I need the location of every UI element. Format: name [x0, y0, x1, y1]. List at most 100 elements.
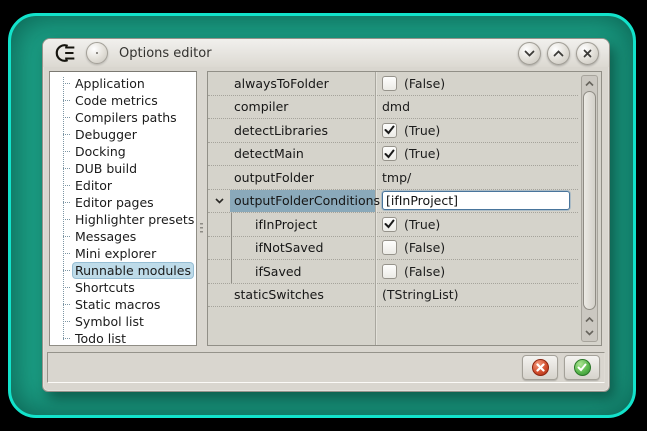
- coedit-logo-icon: [55, 43, 77, 63]
- sidebar-item-label: Runnable modules: [73, 263, 193, 278]
- splitter-handle[interactable]: [197, 71, 207, 346]
- window-menu-button[interactable]: [86, 42, 108, 64]
- property-value-cell[interactable]: (True): [375, 213, 578, 236]
- expander-chevron-down-icon[interactable]: [215, 198, 224, 204]
- sidebar-item[interactable]: DUB build: [50, 160, 196, 177]
- property-row[interactable]: outputFolder tmp/: [208, 166, 578, 190]
- property-row[interactable]: alwaysToFolder (False): [208, 72, 578, 96]
- property-name-cell[interactable]: outputFolderConditions: [230, 190, 375, 213]
- chevron-down-icon: [524, 50, 535, 57]
- property-name-cell[interactable]: detectMain: [230, 143, 375, 166]
- property-name-cell[interactable]: compiler: [230, 96, 375, 119]
- row-gutter: [208, 260, 230, 283]
- property-value-cell[interactable]: [375, 190, 578, 213]
- property-row[interactable]: ifInProject (True): [208, 213, 578, 237]
- sidebar-item[interactable]: Code metrics: [50, 92, 196, 109]
- titlebar[interactable]: Options editor: [43, 39, 609, 67]
- property-value-cell[interactable]: dmd: [375, 96, 578, 119]
- sidebar-item[interactable]: Compilers paths: [50, 109, 196, 126]
- row-gutter: [208, 166, 230, 189]
- cancel-button[interactable]: [522, 355, 558, 380]
- tree-branch-icon: [63, 321, 70, 322]
- sidebar-item-label: Editor: [73, 178, 114, 193]
- sidebar-item[interactable]: Symbol list: [50, 313, 196, 330]
- property-row[interactable]: compiler dmd: [208, 96, 578, 120]
- sidebar-item[interactable]: Mini explorer: [50, 245, 196, 262]
- scroll-up-button[interactable]: [582, 77, 597, 90]
- property-name-cell[interactable]: alwaysToFolder: [230, 72, 375, 95]
- property-name: detectMain: [234, 146, 304, 161]
- property-name-cell[interactable]: staticSwitches: [230, 284, 375, 307]
- property-row[interactable]: outputFolderConditions: [208, 190, 578, 214]
- sidebar-item[interactable]: Shortcuts: [50, 279, 196, 296]
- window-controls: [518, 42, 599, 65]
- close-x-icon: [583, 49, 592, 58]
- property-value-cell[interactable]: (True): [375, 143, 578, 166]
- property-name-cell[interactable]: detectLibraries: [230, 119, 375, 142]
- sidebar-item[interactable]: Highlighter presets: [50, 211, 196, 228]
- tree-branch-icon: [63, 151, 70, 152]
- property-name: detectLibraries: [234, 123, 328, 138]
- property-value-cell[interactable]: (TStringList): [375, 284, 578, 307]
- tree-branch-icon: [63, 185, 70, 186]
- minimize-button[interactable]: [518, 42, 541, 65]
- chevron-up-icon: [585, 81, 594, 87]
- scroll-down-button[interactable]: [582, 326, 597, 339]
- tree-connector-line: [231, 213, 232, 283]
- tree-branch-icon: [63, 270, 70, 271]
- sidebar-item[interactable]: Messages: [50, 228, 196, 245]
- checkbox[interactable]: [382, 217, 397, 232]
- sidebar-item[interactable]: Editor: [50, 177, 196, 194]
- sidebar-item-label: Mini explorer: [73, 246, 158, 261]
- scroll-up-button-bottom[interactable]: [582, 313, 597, 326]
- property-value-cell[interactable]: (False): [375, 72, 578, 95]
- checkbox[interactable]: [382, 123, 397, 138]
- sidebar-item[interactable]: Editor pages: [50, 194, 196, 211]
- property-row[interactable]: detectMain (True): [208, 143, 578, 167]
- property-value-cell[interactable]: (False): [375, 237, 578, 260]
- property-name-cell[interactable]: ifNotSaved: [230, 237, 375, 260]
- checkbox[interactable]: [382, 76, 397, 91]
- property-grid: alwaysToFolder (False) compiler dmd dete…: [207, 71, 602, 346]
- sidebar-item-label: Code metrics: [73, 93, 160, 108]
- accept-button[interactable]: [564, 355, 600, 380]
- property-value-cell[interactable]: (False): [375, 260, 578, 283]
- sidebar-item[interactable]: Docking: [50, 143, 196, 160]
- sidebar-item[interactable]: Static macros: [50, 296, 196, 313]
- property-name-cell[interactable]: ifInProject: [230, 213, 375, 236]
- sidebar-item-label: Editor pages: [73, 195, 156, 210]
- close-button[interactable]: [576, 42, 599, 65]
- property-name: alwaysToFolder: [234, 76, 329, 91]
- sidebar-item-label: Highlighter presets: [73, 212, 196, 227]
- tree-branch-icon: [63, 304, 70, 305]
- checkbox[interactable]: [382, 146, 397, 161]
- value-edit-input[interactable]: [382, 191, 570, 210]
- tree-branch-icon: [63, 134, 70, 135]
- property-row[interactable]: ifSaved (False): [208, 260, 578, 284]
- sidebar-item[interactable]: Runnable modules: [50, 262, 196, 279]
- scrollbar-thumb[interactable]: [583, 91, 596, 310]
- sidebar-item[interactable]: Debugger: [50, 126, 196, 143]
- property-name-cell[interactable]: outputFolder: [230, 166, 375, 189]
- property-row[interactable]: detectLibraries (True): [208, 119, 578, 143]
- sidebar-item[interactable]: Application: [50, 75, 196, 92]
- sidebar-item-label: Todo list: [73, 331, 128, 346]
- row-gutter: [208, 190, 230, 213]
- property-value: (False): [404, 264, 445, 279]
- property-row[interactable]: ifNotSaved (False): [208, 237, 578, 261]
- property-value-cell[interactable]: (True): [375, 119, 578, 142]
- tree-branch-icon: [63, 219, 70, 220]
- vertical-scrollbar[interactable]: [581, 75, 598, 342]
- sidebar-item-label: Static macros: [73, 297, 162, 312]
- tree-branch-icon: [63, 338, 70, 339]
- checkbox[interactable]: [382, 240, 397, 255]
- maximize-button[interactable]: [547, 42, 570, 65]
- property-value-cell[interactable]: tmp/: [375, 166, 578, 189]
- sidebar-item[interactable]: Todo list: [50, 330, 196, 346]
- property-value: (TStringList): [382, 287, 459, 302]
- property-name-cell[interactable]: ifSaved: [230, 260, 375, 283]
- property-row[interactable]: staticSwitches (TStringList): [208, 284, 578, 308]
- chevron-up-icon: [585, 317, 594, 323]
- property-value: (False): [404, 76, 445, 91]
- checkbox[interactable]: [382, 264, 397, 279]
